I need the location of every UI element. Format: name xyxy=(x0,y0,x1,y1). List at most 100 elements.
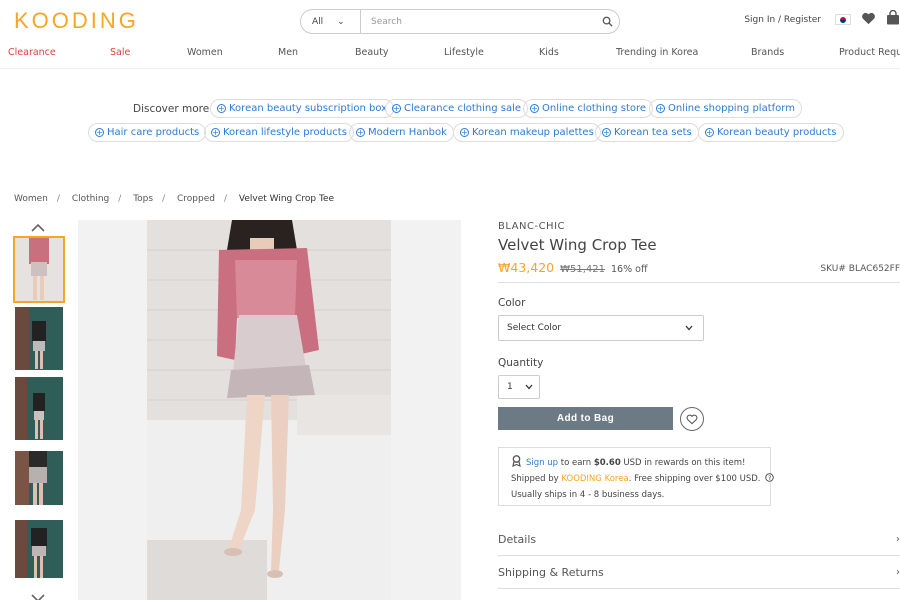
pill-label: Clearance clothing sale xyxy=(404,103,522,114)
quantity-label: Quantity xyxy=(498,357,544,369)
shipping-returns-accordion[interactable]: Shipping & Returns › xyxy=(498,556,900,589)
main-nav: Clearance Sale Women Men Beauty Lifestyl… xyxy=(0,47,900,69)
nav-men[interactable]: Men xyxy=(278,47,298,58)
breadcrumb-tops[interactable]: Tops xyxy=(133,194,153,204)
color-label: Color xyxy=(498,297,526,309)
search-input[interactable]: Search xyxy=(361,17,595,27)
shipped-by-text: Shipped by xyxy=(511,474,562,484)
shipper-link[interactable]: KOODING Korea xyxy=(561,474,628,484)
price-row: ₩43,420 ₩51,421 16% off xyxy=(498,260,648,275)
nav-women[interactable]: Women xyxy=(187,47,223,58)
discover-pill[interactable]: + Online shopping platform xyxy=(649,99,802,118)
product-thumbnail[interactable] xyxy=(15,451,63,505)
reward-badge-icon xyxy=(512,455,521,468)
breadcrumb-women[interactable]: Women xyxy=(14,194,48,204)
pill-label: Online clothing store xyxy=(542,103,647,114)
chevron-down-icon xyxy=(525,384,533,390)
pill-label: Modern Hanbok xyxy=(368,127,447,138)
product-sku: SKU# BLAC652FF xyxy=(820,264,900,274)
nav-lifestyle[interactable]: Lifestyle xyxy=(444,47,484,58)
plus-circle-icon: + xyxy=(460,128,469,137)
shipping-line: Shipped by KOODING Korea. Free shipping … xyxy=(511,473,774,484)
pill-label: Online shopping platform xyxy=(668,103,795,114)
heart-icon[interactable] xyxy=(861,10,876,29)
pill-label: Korean beauty products xyxy=(717,127,837,138)
original-price: ₩51,421 xyxy=(560,264,605,275)
wishlist-heart-icon[interactable] xyxy=(680,407,704,431)
nav-product-request[interactable]: Product Reque xyxy=(839,47,900,58)
discover-pill[interactable]: + Korean beauty products xyxy=(698,123,844,142)
product-thumbnail[interactable] xyxy=(13,236,65,303)
korea-flag-icon[interactable] xyxy=(835,14,851,25)
thumbnail-down-arrow-icon[interactable] xyxy=(30,588,46,600)
nav-clearance[interactable]: Clearance xyxy=(8,47,56,58)
signin-link[interactable]: Sign In / Register xyxy=(744,15,821,25)
discover-label: Discover more xyxy=(133,103,210,115)
nav-beauty[interactable]: Beauty xyxy=(355,47,389,58)
shipping-info-box: Sign up to earn $0.60 USD in rewards on … xyxy=(498,447,774,506)
pill-label: Korean tea sets xyxy=(614,127,692,138)
search-scope-value: All xyxy=(312,16,324,27)
signup-link[interactable]: Sign up xyxy=(526,458,558,468)
add-to-bag-button[interactable]: Add to Bag xyxy=(498,407,673,430)
color-select-value: Select Color xyxy=(507,323,562,333)
discover-pill[interactable]: + Online clothing store xyxy=(523,99,654,118)
product-thumbnail[interactable] xyxy=(15,377,63,440)
discover-pill[interactable]: + Korean makeup palettes xyxy=(453,123,601,142)
product-thumbnail[interactable] xyxy=(15,307,63,370)
shopping-bag-icon[interactable] xyxy=(886,9,900,29)
breadcrumb-clothing[interactable]: Clothing xyxy=(72,194,109,204)
ships-in-line: Usually ships in 4 - 8 business days. xyxy=(511,490,665,500)
shipping-text: . Free shipping over $100 USD. xyxy=(628,474,761,484)
search-scope-select[interactable]: All ⌄ xyxy=(301,10,361,33)
rewards-line: Sign up to earn $0.60 USD in rewards on … xyxy=(511,455,745,468)
breadcrumb-current: Velvet Wing Crop Tee xyxy=(238,194,335,204)
pill-label: Korean lifestyle products xyxy=(223,127,347,138)
plus-circle-icon: + xyxy=(356,128,365,137)
pill-label: Korean beauty subscription box xyxy=(229,103,388,114)
product-thumbnail[interactable] xyxy=(15,520,63,578)
nav-sale[interactable]: Sale xyxy=(110,47,130,58)
details-accordion[interactable]: Details › xyxy=(498,523,900,556)
nav-trending[interactable]: Trending in Korea xyxy=(616,47,698,58)
plus-circle-icon: + xyxy=(705,128,714,137)
main-product-image[interactable] xyxy=(78,220,461,600)
quantity-value: 1 xyxy=(507,382,513,392)
svg-text:?: ? xyxy=(768,476,771,482)
discover-pill[interactable]: + Korean beauty subscription box xyxy=(210,99,395,118)
discover-pill[interactable]: + Hair care products xyxy=(88,123,207,142)
help-circle-icon[interactable]: ? xyxy=(765,473,774,482)
rewards-tail: USD in rewards on this item! xyxy=(620,458,746,468)
product-brand[interactable]: BLANC-CHIC xyxy=(498,221,565,232)
reward-amount: $0.60 xyxy=(593,458,621,468)
discover-pill[interactable]: + Clearance clothing sale xyxy=(385,99,529,118)
nav-brands[interactable]: Brands xyxy=(751,47,784,58)
sale-price: ₩43,420 xyxy=(498,260,555,275)
chevron-down-icon: ⌄ xyxy=(337,16,345,27)
chevron-icon: › xyxy=(896,566,900,578)
quantity-select[interactable]: 1 xyxy=(498,375,540,399)
accordion-label: Shipping & Returns xyxy=(498,565,604,579)
header-actions: Sign In / Register xyxy=(744,9,900,29)
rewards-text: to earn xyxy=(558,458,594,468)
plus-circle-icon: + xyxy=(656,104,665,113)
color-select[interactable]: Select Color xyxy=(498,315,704,341)
search-icon[interactable] xyxy=(595,16,619,27)
plus-circle-icon: + xyxy=(602,128,611,137)
discover-pill[interactable]: + Korean lifestyle products xyxy=(204,123,354,142)
thumbnail-up-arrow-icon[interactable] xyxy=(30,218,46,232)
discount-label: 16% off xyxy=(611,264,648,275)
accordion-label: Details xyxy=(498,532,537,546)
chevron-icon: › xyxy=(896,533,900,545)
product-title: Velvet Wing Crop Tee xyxy=(498,236,657,254)
site-logo[interactable]: KOODING xyxy=(14,8,139,34)
pill-label: Korean makeup palettes xyxy=(472,127,594,138)
plus-circle-icon: + xyxy=(530,104,539,113)
discover-pill[interactable]: + Korean tea sets xyxy=(595,123,699,142)
breadcrumb-cropped[interactable]: Cropped xyxy=(177,194,215,204)
divider xyxy=(498,282,900,283)
nav-kids[interactable]: Kids xyxy=(539,47,559,58)
pill-label: Hair care products xyxy=(107,127,200,138)
discover-pill[interactable]: + Modern Hanbok xyxy=(349,123,454,142)
chevron-down-icon xyxy=(685,325,693,331)
